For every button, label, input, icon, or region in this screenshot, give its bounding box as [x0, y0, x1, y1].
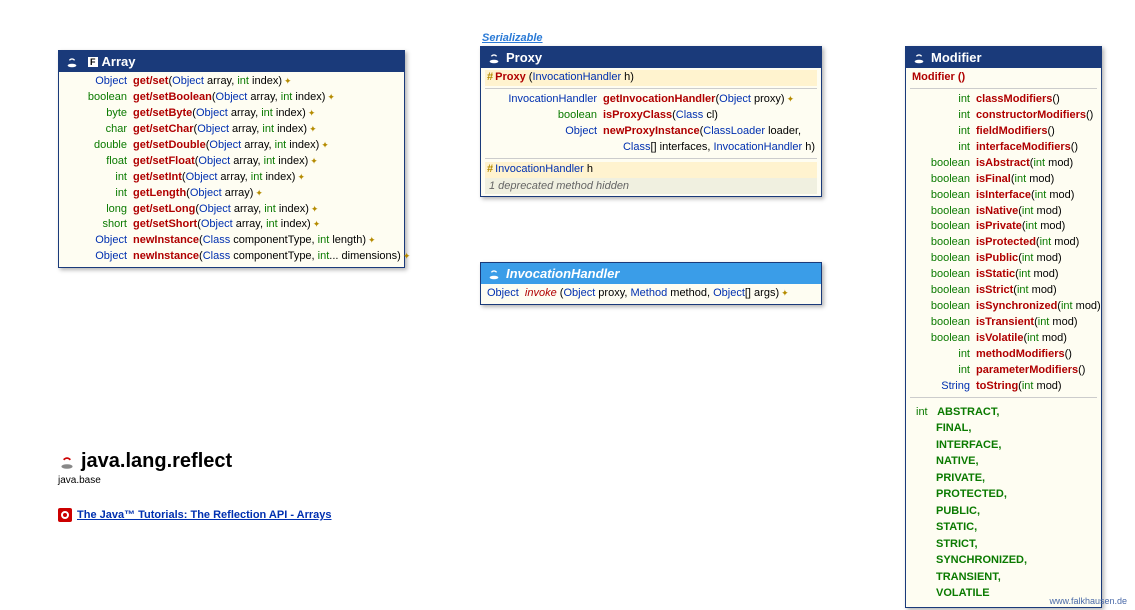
- proxy-class-box: Proxy # Proxy (InvocationHandler h) Invo…: [480, 46, 822, 197]
- array-body: Objectget/set (Object array, int index)✦…: [59, 72, 404, 267]
- method-isnative[interactable]: booleanisNative (int mod): [910, 204, 1097, 220]
- method-isprivate[interactable]: booleanisPrivate (int mod): [910, 219, 1097, 235]
- footer-credit[interactable]: www.falkhausen.de: [1049, 596, 1127, 606]
- method-newproxyinstance[interactable]: ObjectnewProxyInstance (ClassLoader load…: [485, 124, 817, 140]
- package-label: java.lang.reflect java.base: [58, 450, 232, 486]
- java-cup-icon: [65, 55, 79, 69]
- invocationhandler-box: InvocationHandler Object invoke (Object …: [480, 262, 822, 305]
- method-isvolatile[interactable]: booleanisVolatile (int mod): [910, 331, 1097, 347]
- proxy-title: Proxy: [506, 50, 542, 65]
- method-getlength[interactable]: intgetLength (Object array)✦: [63, 186, 400, 202]
- protected-marker: #: [487, 162, 493, 178]
- method-newinstance[interactable]: ObjectnewInstance (Class componentType, …: [63, 249, 400, 265]
- method-get-setfloat[interactable]: floatget/setFloat (Object array, int ind…: [63, 154, 400, 170]
- package-name: java.lang.reflect: [81, 450, 232, 473]
- modifier-class-box: Modifier Modifier () intclassModifiers (…: [905, 46, 1102, 608]
- modifier-constants: int ABSTRACT,FINAL,INTERFACE,NATIVE,PRIV…: [910, 401, 1097, 605]
- throws-icon: ✦: [255, 187, 263, 200]
- method-isabstract[interactable]: booleanisAbstract (int mod): [910, 156, 1097, 172]
- method-isproxyclass[interactable]: booleanisProxyClass (Class cl): [485, 108, 817, 124]
- method-get-setint[interactable]: intget/setInt (Object array, int index)✦: [63, 170, 400, 186]
- throws-icon: ✦: [368, 234, 376, 247]
- throws-icon: ✦: [311, 203, 319, 216]
- protected-marker: #: [487, 70, 493, 86]
- invocationhandler-title: InvocationHandler: [506, 266, 619, 281]
- method-get-setshort[interactable]: shortget/setShort (Object array, int ind…: [63, 217, 400, 233]
- array-header: F Array: [59, 51, 404, 72]
- throws-icon: ✦: [284, 75, 292, 88]
- invocationhandler-body: Object invoke (Object proxy, Method meth…: [481, 284, 821, 304]
- throws-icon: ✦: [309, 123, 317, 136]
- method-newproxyinstance-cont: Class[] interfaces, InvocationHandler h): [485, 140, 817, 156]
- method-get-setboolean[interactable]: booleanget/setBoolean (Object array, int…: [63, 90, 400, 106]
- tutorial-link[interactable]: The Java™ Tutorials: The Reflection API …: [77, 509, 332, 521]
- final-tag: F: [88, 57, 98, 67]
- method-get-setdouble[interactable]: doubleget/setDouble (Object array, int i…: [63, 138, 400, 154]
- method-ispublic[interactable]: booleanisPublic (int mod): [910, 251, 1097, 267]
- throws-icon: ✦: [321, 139, 329, 152]
- method-issynchronized[interactable]: booleanisSynchronized (int mod): [910, 299, 1097, 315]
- method-isfinal[interactable]: booleanisFinal (int mod): [910, 172, 1097, 188]
- modifier-header: Modifier: [906, 47, 1101, 68]
- proxy-deprecated-note: 1 deprecated method hidden: [485, 178, 817, 194]
- method-isstrict[interactable]: booleanisStrict (int mod): [910, 283, 1097, 299]
- throws-icon: ✦: [781, 287, 789, 300]
- method-interfacemodifiers[interactable]: intinterfaceModifiers (): [910, 140, 1097, 156]
- method-methodmodifiers[interactable]: intmethodModifiers (): [910, 347, 1097, 363]
- throws-icon: ✦: [403, 250, 411, 263]
- array-class-box: F Array Objectget/set (Object array, int…: [58, 50, 405, 268]
- module-name: java.base: [58, 475, 232, 486]
- oracle-icon: [58, 508, 72, 522]
- method-get-setlong[interactable]: longget/setLong (Object array, int index…: [63, 202, 400, 218]
- proxy-constructor[interactable]: # Proxy (InvocationHandler h): [485, 70, 817, 86]
- method-get-setbyte[interactable]: byteget/setByte (Object array, int index…: [63, 106, 400, 122]
- invocationhandler-header: InvocationHandler: [481, 263, 821, 284]
- modifier-title: Modifier: [931, 50, 982, 65]
- method-isstatic[interactable]: booleanisStatic (int mod): [910, 267, 1097, 283]
- method-get-setchar[interactable]: charget/setChar (Object array, int index…: [63, 122, 400, 138]
- method-getinvocationhandler[interactable]: InvocationHandlergetInvocationHandler (O…: [485, 92, 817, 108]
- throws-icon: ✦: [787, 93, 795, 106]
- java-cup-icon: [487, 51, 501, 65]
- proxy-body: # Proxy (InvocationHandler h) Invocation…: [481, 68, 821, 196]
- java-cup-icon: [912, 51, 926, 65]
- modifier-body: Modifier () intclassModifiers ()intconst…: [906, 68, 1101, 607]
- method-isinterface[interactable]: booleanisInterface (int mod): [910, 188, 1097, 204]
- method-parametermodifiers[interactable]: intparameterModifiers (): [910, 363, 1097, 379]
- proxy-header: Proxy: [481, 47, 821, 68]
- method-isprotected[interactable]: booleanisProtected (int mod): [910, 235, 1097, 251]
- throws-icon: ✦: [313, 218, 321, 231]
- tutorial-link-row: The Java™ Tutorials: The Reflection API …: [58, 508, 332, 522]
- method-get-set[interactable]: Objectget/set (Object array, int index)✦: [63, 74, 400, 90]
- serializable-link[interactable]: Serializable: [482, 32, 543, 44]
- method-tostring[interactable]: StringtoString (int mod): [910, 379, 1097, 395]
- method-newinstance[interactable]: ObjectnewInstance (Class componentType, …: [63, 233, 400, 249]
- throws-icon: ✦: [308, 107, 316, 120]
- java-cup-icon: [487, 267, 501, 281]
- throws-icon: ✦: [327, 91, 335, 104]
- java-cup-icon: [58, 453, 76, 471]
- method-classmodifiers[interactable]: intclassModifiers (): [910, 92, 1097, 108]
- method-fieldmodifiers[interactable]: intfieldModifiers (): [910, 124, 1097, 140]
- method-istransient[interactable]: booleanisTransient (int mod): [910, 315, 1097, 331]
- throws-icon: ✦: [297, 171, 305, 184]
- modifier-constructor[interactable]: Modifier (): [910, 70, 1097, 86]
- method-constructormodifiers[interactable]: intconstructorModifiers (): [910, 108, 1097, 124]
- throws-icon: ✦: [310, 155, 318, 168]
- invoke-method[interactable]: Object invoke (Object proxy, Method meth…: [485, 286, 817, 302]
- proxy-field-h: # InvocationHandler h: [485, 162, 817, 178]
- array-title: Array: [102, 54, 136, 69]
